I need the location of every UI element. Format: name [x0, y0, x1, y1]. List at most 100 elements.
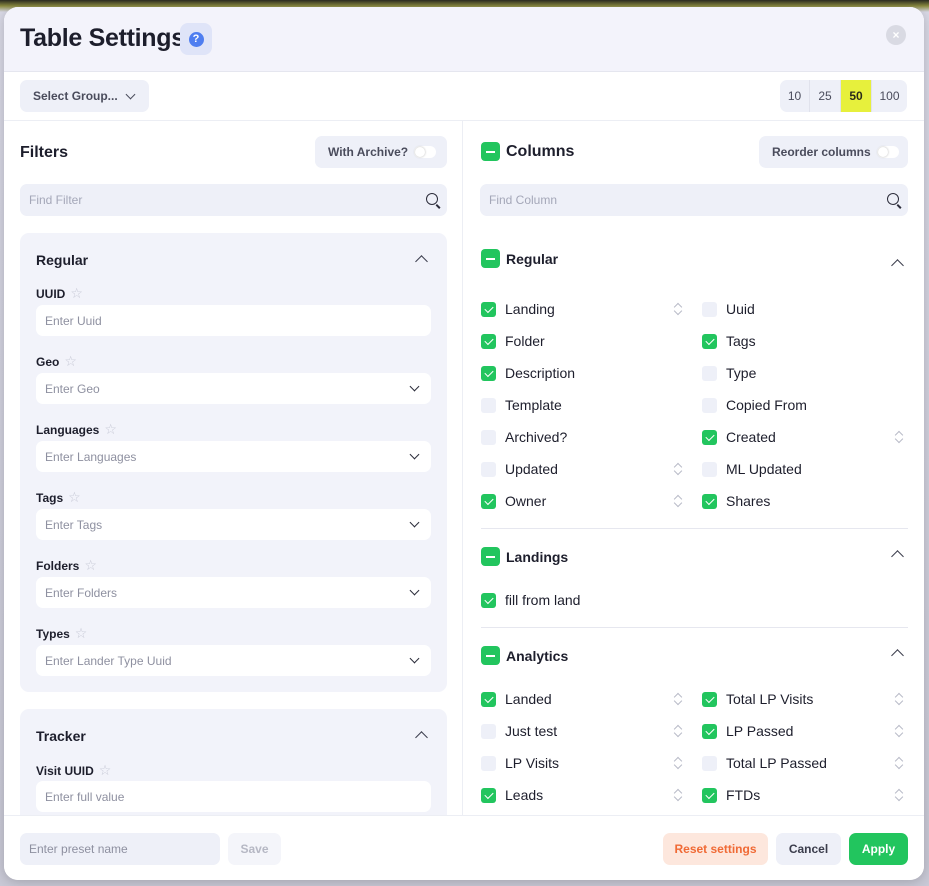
column-item-just-test[interactable]: Just test	[481, 723, 557, 739]
column-checkbox[interactable]	[702, 723, 717, 739]
column-checkbox[interactable]	[481, 493, 496, 509]
column-item-total-lp-passed[interactable]: Total LP Passed	[702, 755, 827, 771]
column-checkbox[interactable]	[481, 787, 496, 803]
column-item-created[interactable]: Created	[702, 429, 776, 445]
find-column-input[interactable]: Find Column	[480, 184, 908, 216]
reset-settings-button[interactable]: Reset settings	[663, 833, 768, 865]
column-checkbox[interactable]	[481, 755, 496, 771]
sort-handle-icon[interactable]	[895, 789, 903, 802]
page-size-50[interactable]: 50	[840, 80, 871, 112]
sort-handle-icon[interactable]	[674, 725, 682, 738]
page-size-10[interactable]: 10	[780, 80, 809, 112]
column-checkbox[interactable]	[702, 691, 717, 707]
sort-handle-icon[interactable]	[895, 725, 903, 738]
column-checkbox[interactable]	[481, 333, 496, 349]
star-icon[interactable]: ☆	[64, 353, 77, 370]
column-item-lp-visits[interactable]: LP Visits	[481, 755, 559, 771]
chevron-up-icon[interactable]	[415, 731, 428, 744]
find-filter-input[interactable]: Find Filter	[20, 184, 447, 216]
group-checkbox[interactable]	[481, 249, 500, 268]
select-all-columns-checkbox[interactable]	[481, 142, 500, 161]
star-icon[interactable]: ☆	[70, 285, 83, 302]
column-item-ftds[interactable]: FTDs	[702, 787, 760, 803]
help-button[interactable]: ?	[180, 23, 212, 55]
column-item-shares[interactable]: Shares	[702, 493, 770, 509]
chevron-up-icon[interactable]	[891, 259, 904, 272]
column-item-tags[interactable]: Tags	[702, 333, 756, 349]
sort-handle-icon[interactable]	[674, 789, 682, 802]
column-item-template[interactable]: Template	[481, 397, 562, 413]
star-icon[interactable]: ☆	[68, 489, 81, 506]
star-icon[interactable]: ☆	[99, 762, 112, 779]
chevron-up-icon[interactable]	[891, 649, 904, 662]
column-checkbox[interactable]	[481, 301, 496, 317]
column-checkbox[interactable]	[702, 493, 717, 509]
column-checkbox[interactable]	[481, 691, 496, 707]
column-item-uuid[interactable]: Uuid	[702, 301, 755, 317]
column-checkbox[interactable]	[481, 365, 496, 381]
column-item-owner[interactable]: Owner	[481, 493, 546, 509]
save-preset-button[interactable]: Save	[228, 833, 281, 865]
column-item-fill-from-land[interactable]: fill from land	[481, 592, 580, 608]
sort-handle-icon[interactable]	[895, 757, 903, 770]
tags-select[interactable]: Enter Tags	[36, 509, 431, 540]
uuid-input[interactable]: Enter Uuid	[36, 305, 431, 336]
group-checkbox[interactable]	[481, 646, 500, 665]
column-checkbox[interactable]	[481, 723, 496, 739]
column-item-description[interactable]: Description	[481, 365, 575, 381]
column-label: Landing	[505, 301, 555, 317]
sort-handle-icon[interactable]	[895, 693, 903, 706]
column-checkbox[interactable]	[481, 397, 496, 413]
column-item-landing[interactable]: Landing	[481, 301, 555, 317]
types-select[interactable]: Enter Lander Type Uuid	[36, 645, 431, 676]
geo-select[interactable]: Enter Geo	[36, 373, 431, 404]
page-size-25[interactable]: 25	[809, 80, 840, 112]
folders-select[interactable]: Enter Folders	[36, 577, 431, 608]
column-item-archived[interactable]: Archived?	[481, 429, 567, 445]
group-select[interactable]: Select Group...	[20, 80, 149, 112]
sort-handle-icon[interactable]	[674, 463, 682, 476]
sort-handle-icon[interactable]	[674, 757, 682, 770]
group-checkbox[interactable]	[481, 547, 500, 566]
column-item-leads[interactable]: Leads	[481, 787, 543, 803]
sort-handle-icon[interactable]	[895, 431, 903, 444]
sort-handle-icon[interactable]	[674, 693, 682, 706]
column-item-type[interactable]: Type	[702, 365, 756, 381]
column-item-ml-updated[interactable]: ML Updated	[702, 461, 802, 477]
column-checkbox[interactable]	[702, 365, 717, 381]
star-icon[interactable]: ☆	[104, 421, 117, 438]
languages-select[interactable]: Enter Languages	[36, 441, 431, 472]
column-checkbox[interactable]	[702, 301, 717, 317]
column-checkbox[interactable]	[702, 333, 717, 349]
cancel-button[interactable]: Cancel	[776, 833, 841, 865]
apply-button[interactable]: Apply	[849, 833, 908, 865]
column-item-total-lp-visits[interactable]: Total LP Visits	[702, 691, 813, 707]
column-checkbox[interactable]	[702, 787, 717, 803]
preset-name-input[interactable]: Enter preset name	[20, 833, 220, 865]
chevron-up-icon[interactable]	[891, 550, 904, 563]
toggle-switch[interactable]	[876, 146, 899, 158]
reorder-columns-toggle[interactable]: Reorder columns	[759, 136, 908, 168]
star-icon[interactable]: ☆	[84, 557, 97, 574]
column-item-landed[interactable]: Landed	[481, 691, 552, 707]
column-checkbox[interactable]	[481, 592, 496, 608]
close-icon[interactable]: ×	[886, 25, 906, 45]
chevron-up-icon[interactable]	[415, 255, 428, 268]
column-checkbox[interactable]	[702, 755, 717, 771]
star-icon[interactable]: ☆	[75, 625, 88, 642]
column-item-updated[interactable]: Updated	[481, 461, 558, 477]
column-item-copied-from[interactable]: Copied From	[702, 397, 807, 413]
column-item-folder[interactable]: Folder	[481, 333, 545, 349]
column-checkbox[interactable]	[702, 397, 717, 413]
column-checkbox[interactable]	[702, 429, 717, 445]
visit-uuid-input[interactable]: Enter full value	[36, 781, 431, 812]
with-archive-toggle[interactable]: With Archive?	[315, 136, 447, 168]
page-size-100[interactable]: 100	[871, 80, 907, 112]
sort-handle-icon[interactable]	[674, 303, 682, 316]
column-item-lp-passed[interactable]: LP Passed	[702, 723, 793, 739]
toggle-switch[interactable]	[414, 146, 437, 158]
column-checkbox[interactable]	[481, 429, 496, 445]
column-checkbox[interactable]	[481, 461, 496, 477]
column-checkbox[interactable]	[702, 461, 717, 477]
sort-handle-icon[interactable]	[674, 495, 682, 508]
